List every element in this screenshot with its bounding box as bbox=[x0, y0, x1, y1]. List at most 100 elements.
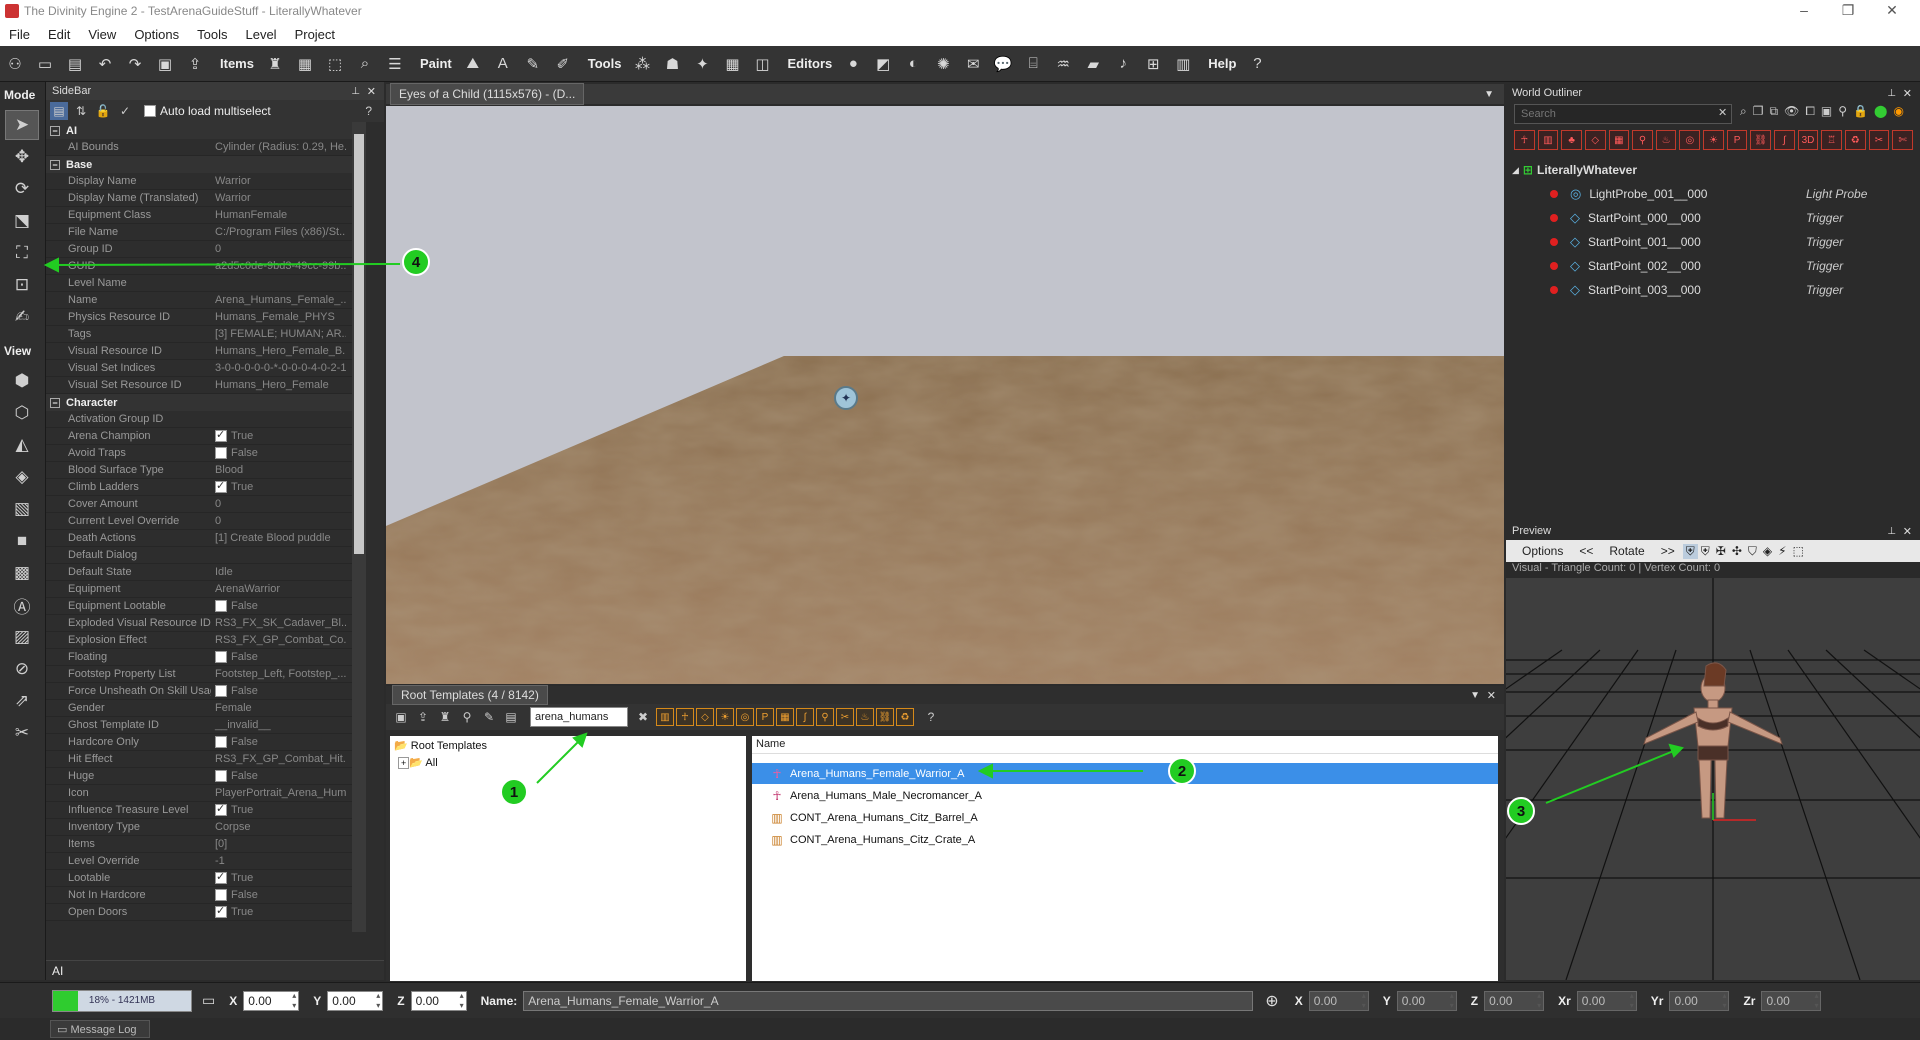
property-row[interactable]: Display Name Warrior bbox=[46, 173, 366, 190]
expand-icon[interactable]: + bbox=[398, 757, 410, 769]
outliner-search-input[interactable] bbox=[1514, 104, 1732, 124]
property-value[interactable]: False bbox=[211, 770, 346, 783]
property-value[interactable]: 0 bbox=[211, 515, 346, 527]
property-value[interactable]: 3-0-0-0-0-0-*-0-0-0-4-0-2-1 bbox=[211, 362, 346, 374]
property-value[interactable]: __invalid__ bbox=[211, 719, 346, 731]
property-row[interactable]: Blood Surface Type Blood bbox=[46, 462, 366, 479]
property-row[interactable]: Death Actions [1] Create Blood puddle bbox=[46, 530, 366, 547]
property-value[interactable]: [1] Create Blood puddle bbox=[211, 532, 346, 544]
property-value[interactable]: Humans_Hero_Female_B... bbox=[211, 345, 346, 357]
bolt-icon[interactable]: ⚡ bbox=[1775, 544, 1789, 558]
chart-icon[interactable]: ▥ bbox=[1172, 53, 1194, 75]
table-icon[interactable]: ▦ bbox=[721, 53, 743, 75]
armor-icon[interactable]: ⛨ bbox=[1698, 544, 1713, 559]
view-ai-icon[interactable]: Ⓐ bbox=[5, 590, 39, 620]
view-image-icon[interactable]: ▨ bbox=[5, 622, 39, 652]
crest-icon[interactable]: ◈ bbox=[1760, 544, 1775, 558]
collapse-icon[interactable]: − bbox=[50, 397, 60, 408]
view-export-icon[interactable]: ⇗ bbox=[5, 686, 39, 716]
stack-icon[interactable]: ⧉ bbox=[1770, 104, 1779, 119]
property-value[interactable]: Warrior bbox=[211, 192, 346, 204]
filter-light-icon[interactable]: ☀ bbox=[1703, 130, 1724, 150]
wand-icon[interactable]: ✦ bbox=[691, 53, 713, 75]
property-row[interactable]: Footstep Property List Footstep_Left, Foo… bbox=[46, 666, 366, 683]
menu-view[interactable]: View bbox=[79, 27, 125, 42]
property-value[interactable]: a2d5c0de-9bd3-49cc-99b... bbox=[211, 260, 346, 272]
property-value[interactable]: False bbox=[211, 736, 346, 749]
template-help-icon[interactable]: ? bbox=[922, 708, 940, 726]
property-value[interactable]: False bbox=[211, 447, 346, 460]
save-icon[interactable]: ▣ bbox=[154, 53, 176, 75]
filter-prefab-icon[interactable]: P bbox=[756, 708, 774, 726]
property-row[interactable]: Icon PlayerPortrait_Arena_Hum... bbox=[46, 785, 366, 802]
property-checkbox[interactable] bbox=[215, 889, 227, 902]
filter-character-icon[interactable]: ☥ bbox=[1514, 130, 1535, 150]
preview-viewport[interactable] bbox=[1506, 578, 1920, 980]
filter-character-icon[interactable]: ☥ bbox=[676, 708, 694, 726]
property-value[interactable]: RS3_FX_GP_Combat_Co... bbox=[211, 634, 346, 646]
property-value[interactable]: 0 bbox=[211, 498, 346, 510]
property-section[interactable]: − Base bbox=[46, 156, 366, 173]
filter-probe-icon[interactable]: ◎ bbox=[1679, 130, 1701, 150]
view-cube-icon[interactable]: ⬢ bbox=[5, 366, 39, 396]
view-grid-icon[interactable]: ▩ bbox=[5, 558, 39, 588]
filter-decal-icon[interactable]: ✂ bbox=[1868, 130, 1890, 150]
property-row[interactable]: Level Override -1 bbox=[46, 853, 366, 870]
list-tool-icon[interactable]: ☰ bbox=[384, 53, 406, 75]
property-row[interactable]: Climb Ladders True bbox=[46, 479, 366, 496]
clear-search-icon[interactable]: ✖ bbox=[634, 708, 652, 726]
property-row[interactable]: Inventory Type Corpse bbox=[46, 819, 366, 836]
spray-icon[interactable]: ⁂ bbox=[631, 53, 653, 75]
property-row[interactable]: Name Arena_Humans_Female_... bbox=[46, 292, 366, 309]
group-icon[interactable]: ☗ bbox=[661, 53, 683, 75]
package-icon[interactable]: ▣ bbox=[1821, 104, 1832, 119]
property-value[interactable]: [3] FEMALE; HUMAN; AR... bbox=[211, 328, 346, 340]
property-row[interactable]: Hardcore Only False bbox=[46, 734, 366, 751]
create-icon[interactable]: ♜ bbox=[436, 708, 454, 726]
property-checkbox[interactable] bbox=[215, 906, 227, 919]
tree-editor-icon[interactable]: ⌸ bbox=[1022, 53, 1044, 75]
camera-icon[interactable]: ▭ bbox=[202, 992, 215, 1009]
filter-tile-icon[interactable]: ▦ bbox=[776, 708, 794, 726]
grid-tool-icon[interactable]: ▦ bbox=[294, 53, 316, 75]
property-value[interactable]: True bbox=[211, 804, 346, 817]
column-name-header[interactable]: Name bbox=[752, 736, 1498, 754]
property-value[interactable]: C:/Program Files (x86)/St... bbox=[211, 226, 346, 238]
property-value[interactable]: True bbox=[211, 430, 346, 443]
search-icon[interactable]: ⌕ bbox=[1740, 104, 1747, 119]
property-row[interactable]: Equipment Lootable False bbox=[46, 598, 366, 615]
material-icon[interactable]: ◩ bbox=[872, 53, 894, 75]
property-row[interactable]: AI Bounds Cylinder (Radius: 0.29, He... bbox=[46, 139, 366, 156]
view-terrain-icon[interactable]: ◭ bbox=[5, 430, 39, 460]
filter-decal-icon[interactable]: ✂ bbox=[836, 708, 854, 726]
bat-icon[interactable]: ✣ bbox=[1729, 544, 1745, 558]
collapse-icon[interactable]: ◢ bbox=[1512, 165, 1519, 176]
property-value[interactable]: True bbox=[211, 872, 346, 885]
chevron-down-icon[interactable]: ▼ bbox=[1470, 690, 1480, 701]
wings-icon[interactable]: ✠ bbox=[1713, 544, 1729, 558]
frame-icon[interactable]: ⬚ bbox=[1790, 544, 1807, 558]
property-value[interactable]: PlayerPortrait_Arena_Hum... bbox=[211, 787, 346, 799]
property-row[interactable]: Avoid Traps False bbox=[46, 445, 366, 462]
property-value[interactable]: Blood bbox=[211, 464, 346, 476]
filter-scissors-icon[interactable]: ✄ bbox=[1892, 130, 1913, 150]
close-icon[interactable]: ✕ bbox=[1903, 87, 1912, 100]
filter-bin-icon[interactable]: ♻ bbox=[896, 708, 914, 726]
outliner-item[interactable]: ◎ LightProbe_001__000 Light Probe bbox=[1506, 182, 1920, 206]
snap-mode-icon[interactable]: ⊡ bbox=[5, 270, 39, 300]
close-icon[interactable]: ✕ bbox=[1870, 2, 1914, 19]
property-row[interactable]: Exploded Visual Resource ID RS3_FX_SK_Cad… bbox=[46, 615, 366, 632]
viewport-tab[interactable]: Eyes of a Child (1115x576) - (D... bbox=[390, 83, 585, 105]
select-mode-icon[interactable]: ➤ bbox=[5, 110, 39, 140]
collapse-icon[interactable]: − bbox=[50, 125, 60, 136]
help-icon[interactable]: ? bbox=[1246, 53, 1268, 75]
close-icon[interactable]: ✕ bbox=[1903, 525, 1912, 538]
filter-light-icon[interactable]: ☀ bbox=[716, 708, 734, 726]
property-row[interactable]: Activation Group ID bbox=[46, 411, 366, 428]
property-value[interactable]: Corpse bbox=[211, 821, 346, 833]
property-value[interactable]: RS3_FX_GP_Combat_Hit... bbox=[211, 753, 346, 765]
property-row[interactable]: Picking Physics ObjectsCustom bbox=[46, 921, 366, 922]
filter-spline-icon[interactable]: ∫ bbox=[1774, 130, 1795, 150]
pin-icon[interactable]: ⊥ bbox=[351, 86, 360, 97]
ai-paint-icon[interactable]: A bbox=[492, 53, 514, 75]
